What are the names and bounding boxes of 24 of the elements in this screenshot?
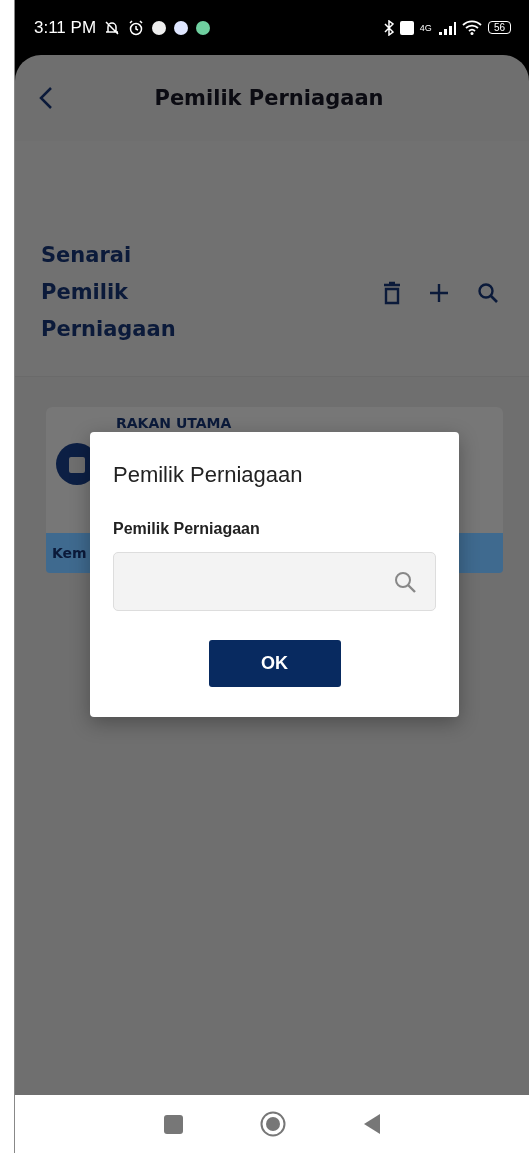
back-icon[interactable] <box>39 86 53 110</box>
network-type: 4G <box>419 22 432 33</box>
back-nav-icon[interactable] <box>362 1113 381 1135</box>
ok-button[interactable]: OK <box>208 640 341 687</box>
search-icon <box>393 569 417 594</box>
bluetooth-icon <box>383 19 394 36</box>
card-footer-text: Kem <box>52 545 87 561</box>
home-icon[interactable] <box>259 1111 286 1137</box>
add-icon[interactable] <box>429 282 449 303</box>
alarm-icon <box>128 19 145 36</box>
delete-icon[interactable] <box>383 280 401 305</box>
recents-icon[interactable] <box>163 1114 183 1134</box>
page-title: Pemilik Perniagaan <box>153 86 385 110</box>
dialog-title: Pemilik Perniagaan <box>113 462 304 488</box>
status-time: 3:11 PM <box>34 17 97 38</box>
search-field[interactable] <box>113 552 436 612</box>
signal-icon <box>437 20 456 35</box>
section-title: Senarai Pemilik Perniagaan <box>41 242 177 343</box>
wifi-icon <box>461 20 482 35</box>
business-name: RAKAN UTAMA <box>116 415 232 431</box>
search-icon[interactable] <box>477 281 499 304</box>
bell-off-icon <box>104 19 121 36</box>
battery-level: 56 <box>487 21 511 34</box>
field-label: Pemilik Perniagaan <box>113 520 261 538</box>
